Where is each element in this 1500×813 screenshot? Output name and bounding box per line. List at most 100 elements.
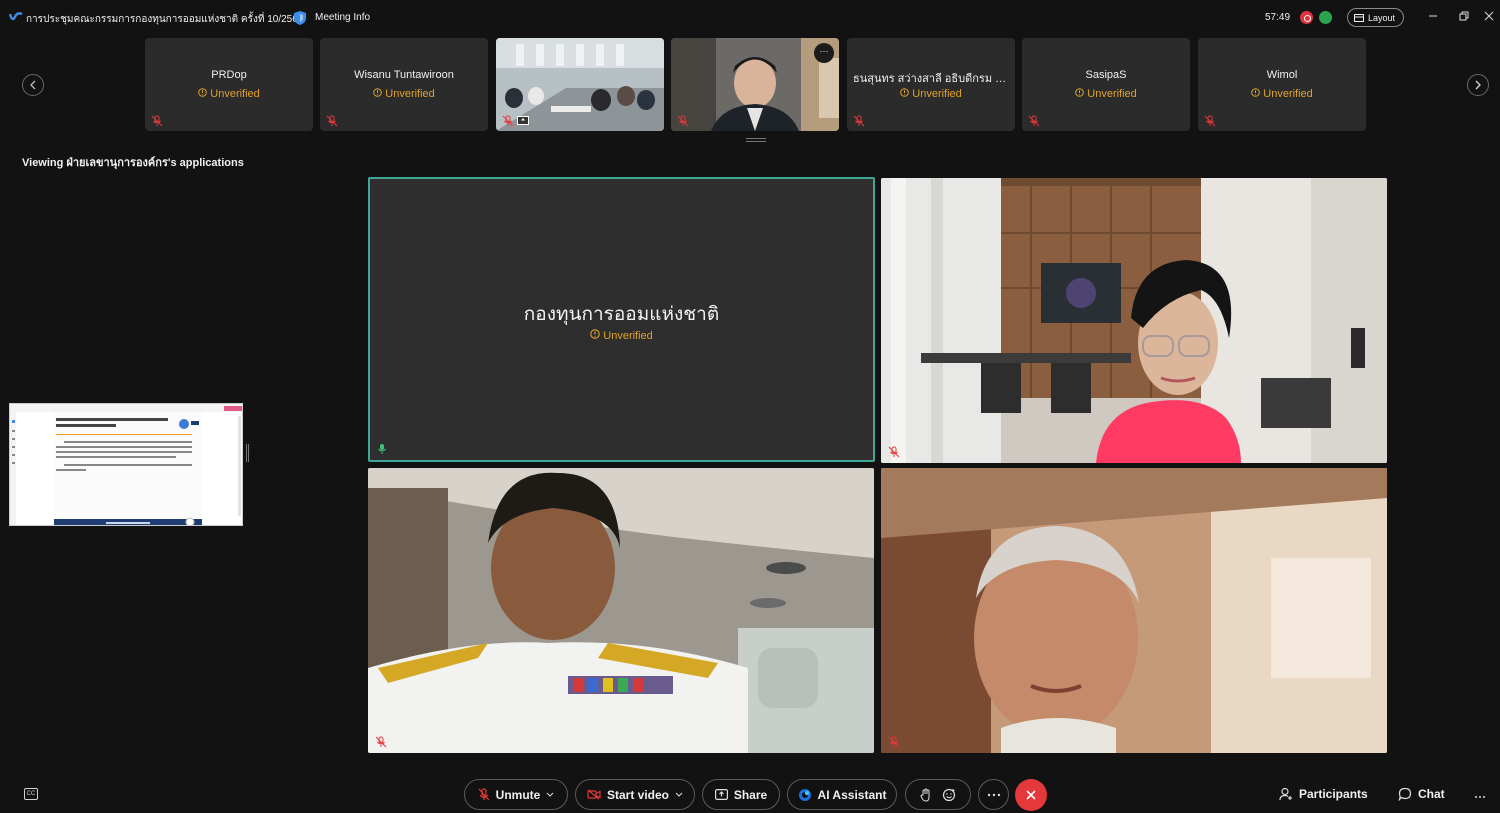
reaction-emoji-icon[interactable] [942,788,956,802]
video-off-icon [587,789,601,800]
closed-captions-icon[interactable]: CC [24,788,38,800]
restore-icon[interactable] [1457,9,1471,23]
close-icon[interactable] [1482,9,1496,23]
ai-assistant-icon [798,788,811,801]
share-screen-icon [714,789,728,800]
participant-tile[interactable]: SasipaS Unverified [1022,38,1190,131]
info-icon [198,88,208,97]
share-label: Share [733,787,768,802]
strip-next-button[interactable] [1467,74,1489,96]
status-label: Unverified [912,88,962,100]
status-label: Unverified [603,330,653,342]
mic-muted-icon [375,736,387,748]
panel-resize-handle[interactable] [246,444,249,462]
chat-icon [1398,787,1412,801]
more-icon [1475,796,1485,798]
mic-muted-icon [888,446,900,458]
participants-label: Participants [1299,787,1368,801]
end-call-button[interactable] [1015,779,1047,811]
unmute-label: Unmute [495,787,541,802]
chevron-down-icon[interactable] [546,792,554,798]
participant-tile[interactable]: ธนสุนทร สว่างสาลี อธิบดีกรม ผ... Unverif… [847,38,1015,131]
panel-more-options-button[interactable] [1474,786,1486,804]
ai-assistant-label: AI Assistant [817,787,887,802]
participant-video [881,468,1387,753]
viewing-share-label: Viewing ฝ่ายเลขานุการองค์กร's applicatio… [22,157,244,169]
info-icon [373,88,383,97]
participant-name: ธนสุนทร สว่างสาลี อธิบดีกรม ผ... [853,73,1011,85]
meeting-info-link[interactable]: Meeting Info [315,12,370,23]
mic-muted-icon [502,115,514,127]
status-label: Unverified [385,88,435,100]
start-video-button[interactable]: Start video [575,779,695,810]
title-bar: การประชุมคณะกรรมการกองทุนการออมแห่งชาติ … [0,0,1500,36]
recording-icon[interactable] [1300,11,1313,24]
start-video-label: Start video [606,787,669,802]
mic-muted-icon [151,115,163,127]
unverified-status: Unverified [320,88,488,100]
participant-tile[interactable]: Wisanu Tuntawiroon Unverified [320,38,488,131]
meeting-timer: 57:49 [1265,12,1291,23]
ai-assistant-button[interactable]: AI Assistant [787,779,897,810]
audio-connection-icon[interactable] [1319,11,1332,24]
participant-video-tile[interactable] [881,178,1387,463]
unverified-status: Unverified [145,88,313,100]
participants-button[interactable]: Participants [1279,787,1368,801]
raise-hand-icon[interactable] [920,787,932,802]
info-icon [590,329,600,339]
more-options-button[interactable] [978,779,1009,810]
participant-tile[interactable]: Wimol Unverified [1198,38,1366,131]
status-label: Unverified [1263,88,1313,100]
chat-button[interactable]: Chat [1398,787,1445,801]
participant-video-tile[interactable]: ··· [671,38,839,131]
chat-label: Chat [1418,787,1445,801]
mic-muted-icon [326,115,338,127]
unverified-status: Unverified [370,329,873,342]
chevron-left-icon [30,80,36,90]
more-options-icon[interactable]: ··· [814,43,834,63]
participant-video-tile[interactable] [368,468,874,753]
unmute-button[interactable]: Unmute [464,779,568,810]
shared-document-preview [10,404,242,525]
layout-button[interactable]: Layout [1347,8,1404,27]
participant-name: Wimol [1266,69,1298,81]
webex-logo-icon [9,12,23,21]
minimize-icon[interactable] [1426,9,1440,23]
status-label: Unverified [1087,88,1137,100]
reactions-group [905,779,971,810]
mic-muted-icon [677,115,689,127]
unverified-status: Unverified [1022,88,1190,100]
info-icon [1251,88,1261,97]
active-speaker-name: กองทุนการออมแห่งชาติ [523,304,720,325]
participant-name: PRDop [211,69,247,81]
info-icon [1075,88,1085,97]
mic-muted-icon [1028,115,1040,127]
active-speaker-tile[interactable]: กองทุนการออมแห่งชาติ Unverified [368,177,875,462]
participant-video-tile[interactable] [496,38,664,131]
chevron-down-icon[interactable] [675,792,683,798]
participant-video [881,178,1387,463]
participant-video-tile[interactable] [881,468,1387,753]
status-label: Unverified [210,88,260,100]
screen-share-icon [517,116,529,125]
unverified-status: Unverified [1198,88,1366,100]
mic-muted-icon [478,788,490,801]
info-icon [900,88,910,97]
mic-active-icon [378,444,386,454]
participant-video [368,468,874,753]
share-button[interactable]: Share [702,779,780,810]
unverified-status: Unverified [847,88,1015,100]
chevron-right-icon [1475,80,1481,90]
participant-name: SasipaS [1085,69,1127,81]
mic-muted-icon [853,115,865,127]
shield-icon[interactable] [293,10,307,26]
participant-tile[interactable]: PRDop Unverified [145,38,313,131]
close-icon [1026,790,1036,800]
shared-screen-thumbnail[interactable] [9,403,243,526]
layout-label: Layout [1368,12,1396,23]
mic-muted-icon [1204,115,1216,127]
strip-resize-handle[interactable] [746,138,766,142]
layout-icon [1354,13,1364,22]
participants-icon [1279,787,1292,801]
strip-prev-button[interactable] [22,74,44,96]
